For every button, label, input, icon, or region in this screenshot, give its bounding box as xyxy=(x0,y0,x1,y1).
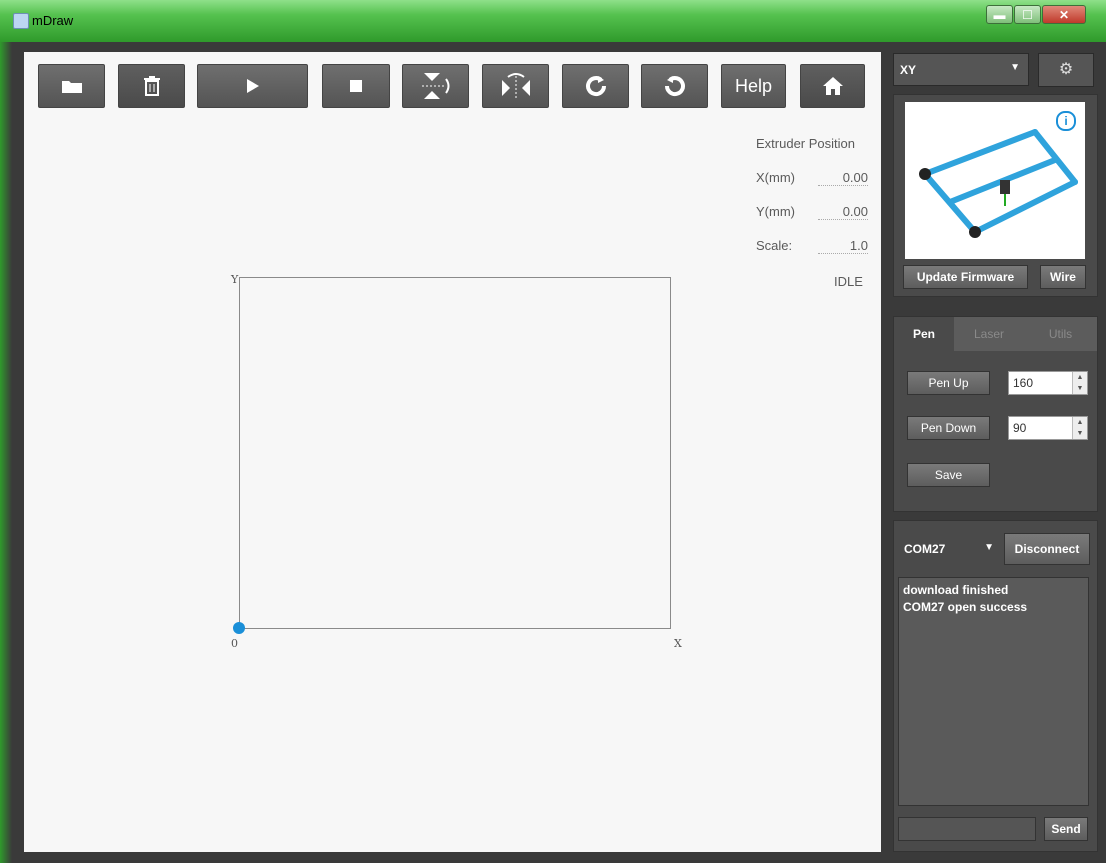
disconnect-button[interactable]: Disconnect xyxy=(1004,533,1090,565)
pen-down-input[interactable]: 90 ▲ ▼ xyxy=(1008,416,1088,440)
origin-label: 0 xyxy=(231,637,238,650)
gear-icon: ⚙ xyxy=(1058,61,1074,78)
drawing-canvas[interactable]: Help Extruder Position X(mm) 0.00 Y(mm) … xyxy=(24,52,881,852)
pen-up-button[interactable]: Pen Up xyxy=(907,371,990,395)
rotate-cw-icon xyxy=(585,76,606,96)
chevron-down-icon: ▼ xyxy=(1010,62,1020,73)
window-title: mDraw xyxy=(32,13,74,28)
y-label: Y(mm) xyxy=(756,204,795,219)
flip-vertical-button[interactable] xyxy=(402,64,469,108)
rotate-ccw-button[interactable] xyxy=(641,64,708,108)
minimize-button[interactable]: ▬ xyxy=(986,5,1013,24)
stop-button[interactable] xyxy=(322,64,390,108)
tab-pen[interactable]: Pen xyxy=(894,317,954,351)
tool-tabs-panel: Pen Laser Utils Pen Up 160 ▲ ▼ Pen Down 9… xyxy=(893,316,1098,512)
port-select-value: COM27 xyxy=(904,542,946,556)
rotate-cw-button[interactable] xyxy=(562,64,629,108)
flip-horizontal-icon xyxy=(501,73,530,98)
title-bar: mDraw ▬ ☐ ✕ xyxy=(0,0,1106,42)
x-value: 0.00 xyxy=(818,170,868,186)
pen-down-button[interactable]: Pen Down xyxy=(907,416,990,440)
save-button[interactable]: Save xyxy=(907,463,990,487)
app-window: mDraw ▬ ☐ ✕ Help Extruder Position X(mm)… xyxy=(0,0,1106,863)
scale-label: Scale: xyxy=(756,238,793,253)
work-area[interactable] xyxy=(239,277,671,629)
pen-down-value: 90 xyxy=(1013,421,1027,435)
settings-button[interactable]: ⚙ xyxy=(1038,53,1094,87)
help-button[interactable]: Help xyxy=(721,64,786,108)
machine-preview-panel: i Update Firmware Wire xyxy=(893,94,1098,297)
clear-button[interactable] xyxy=(118,64,185,108)
folder-icon xyxy=(61,81,82,93)
play-icon xyxy=(246,79,259,93)
help-label: Help xyxy=(734,75,773,96)
window-frame xyxy=(0,42,12,863)
chevron-down-icon: ▼ xyxy=(984,542,994,553)
tab-laser[interactable]: Laser xyxy=(954,317,1024,351)
wire-button[interactable]: Wire xyxy=(1040,265,1086,289)
port-select[interactable]: COM27 ▼ xyxy=(898,533,1002,565)
pen-up-value: 160 xyxy=(1013,376,1034,390)
home-button[interactable] xyxy=(800,64,865,108)
machine-select-value: XY xyxy=(900,63,917,77)
home-icon xyxy=(822,77,843,95)
command-input[interactable] xyxy=(898,817,1036,841)
status-text: IDLE xyxy=(834,274,863,289)
tab-utils[interactable]: Utils xyxy=(1024,317,1097,351)
spin-arrows-icon[interactable]: ▲ ▼ xyxy=(1072,372,1087,394)
info-icon[interactable]: i xyxy=(1056,111,1076,131)
spin-arrows-icon[interactable]: ▲ ▼ xyxy=(1072,417,1087,439)
right-panel: XY ▼ ⚙ i Update Firmware Wire Pen Laser … xyxy=(893,52,1100,852)
log-line: download finished xyxy=(903,583,1009,597)
origin-marker xyxy=(233,622,245,634)
maximize-button[interactable]: ☐ xyxy=(1014,5,1041,24)
play-button[interactable] xyxy=(197,64,308,108)
y-value: 0.00 xyxy=(818,204,868,220)
y-axis-label: Y xyxy=(231,273,239,286)
x-label: X(mm) xyxy=(756,170,795,185)
send-button[interactable]: Send xyxy=(1044,817,1088,841)
extruder-title: Extruder Position xyxy=(756,136,855,151)
x-axis-label: X xyxy=(674,637,682,650)
app-icon xyxy=(13,13,29,29)
scale-value: 1.0 xyxy=(818,238,868,254)
serial-log: download finished COM27 open success xyxy=(898,577,1089,806)
flip-vertical-icon xyxy=(421,73,449,99)
update-firmware-button[interactable]: Update Firmware xyxy=(903,265,1028,289)
trash-icon xyxy=(143,76,160,96)
window-controls: ▬ ☐ ✕ xyxy=(985,5,1086,24)
connection-panel: COM27 ▼ Disconnect download finished COM… xyxy=(893,520,1098,852)
flip-horizontal-button[interactable] xyxy=(482,64,549,108)
rotate-ccw-icon xyxy=(664,76,685,96)
pen-up-input[interactable]: 160 ▲ ▼ xyxy=(1008,371,1088,395)
open-folder-button[interactable] xyxy=(38,64,105,108)
stop-icon xyxy=(350,80,362,92)
log-line: COM27 open success xyxy=(903,600,1028,614)
close-button[interactable]: ✕ xyxy=(1042,5,1086,24)
machine-select[interactable]: XY ▼ xyxy=(893,53,1029,86)
